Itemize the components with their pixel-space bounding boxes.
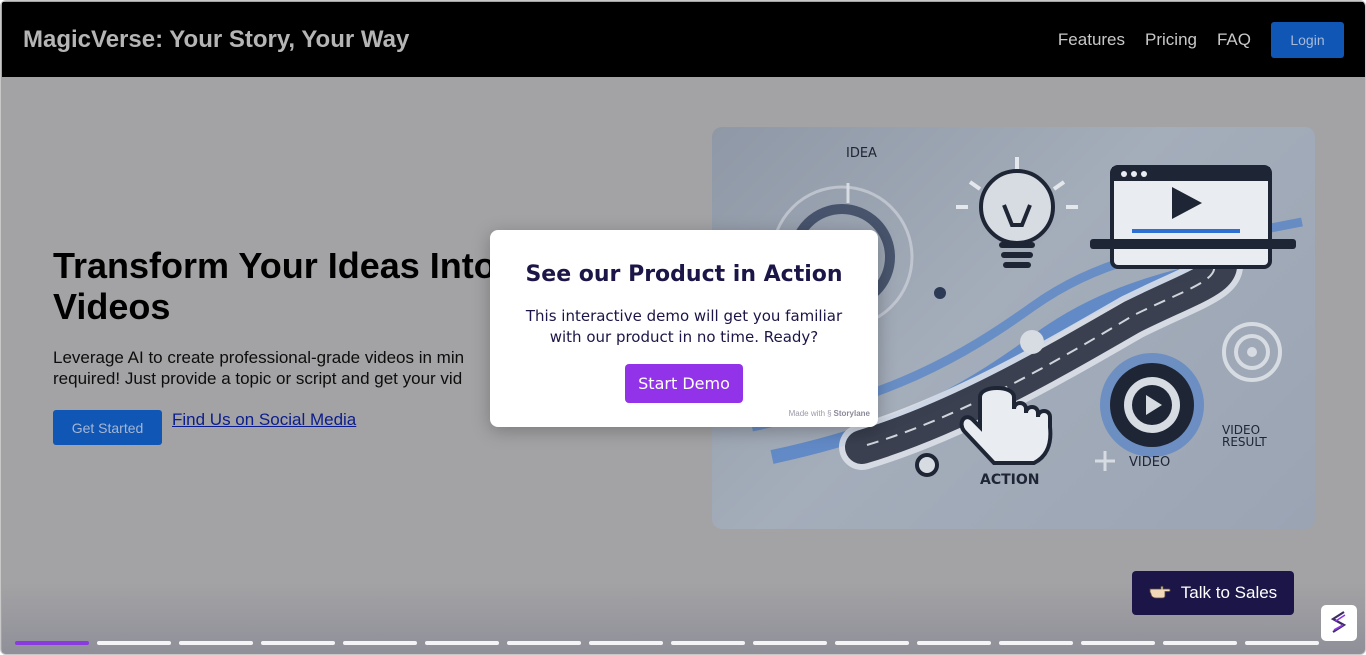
lightbulb-icon: [956, 157, 1078, 268]
nav-features[interactable]: Features: [1058, 30, 1125, 50]
get-started-button[interactable]: Get Started: [53, 410, 162, 445]
site-header: MagicVerse: Your Story, Your Way Feature…: [2, 2, 1365, 77]
illustration-label-result-2: RESULT: [1222, 435, 1267, 449]
modal-title: See our Product in Action: [525, 262, 843, 287]
progress-step[interactable]: [15, 641, 89, 645]
start-demo-button[interactable]: Start Demo: [625, 364, 743, 403]
progress-step[interactable]: [1163, 641, 1237, 645]
social-media-link[interactable]: Find Us on Social Media: [172, 410, 356, 430]
progress-step[interactable]: [671, 641, 745, 645]
illustration-label-video: VIDEO: [1129, 455, 1170, 470]
login-button[interactable]: Login: [1271, 22, 1344, 58]
progress-step[interactable]: [1245, 641, 1319, 645]
made-with-label: Made with: [788, 409, 826, 418]
video-player-icon: [1090, 165, 1296, 269]
progress-step[interactable]: [261, 641, 335, 645]
storylane-mini-icon: §: [827, 409, 832, 418]
hero-description-line2: required! Just provide a topic or script…: [53, 369, 463, 388]
brand-title[interactable]: MagicVerse: Your Story, Your Way: [23, 26, 409, 54]
storylane-icon: [1330, 611, 1347, 633]
modal-description: This interactive demo will get you famil…: [525, 307, 843, 346]
product-demo-modal: See our Product in Action This interacti…: [490, 230, 878, 427]
progress-step[interactable]: [589, 641, 663, 645]
talk-to-sales-button[interactable]: Talk to Sales: [1132, 571, 1294, 615]
progress-step[interactable]: [97, 641, 171, 645]
hero-description: Leverage AI to create professional-grade…: [53, 347, 503, 389]
progress-step[interactable]: [425, 641, 499, 645]
main-nav: Features Pricing FAQ Login: [1058, 22, 1344, 58]
pointing-hand-icon: [1149, 583, 1171, 604]
progress-step[interactable]: [835, 641, 909, 645]
made-with-storylane[interactable]: Made with § Storylane: [789, 409, 870, 418]
progress-step[interactable]: [1081, 641, 1155, 645]
nav-pricing[interactable]: Pricing: [1145, 30, 1197, 50]
browser-frame: MagicVerse: Your Story, Your Way Feature…: [0, 0, 1366, 655]
made-with-brand: Storylane: [833, 409, 870, 418]
target-icon: [1222, 322, 1282, 382]
play-disc-icon: [1100, 353, 1204, 457]
storylane-logo-button[interactable]: [1321, 605, 1357, 641]
progress-step[interactable]: [917, 641, 991, 645]
hero-description-line1: Leverage AI to create professional-grade…: [53, 348, 465, 367]
hero-title: Transform Your Ideas Into Videos: [53, 245, 496, 327]
illustration-label-idea: IDEA: [846, 146, 877, 161]
demo-progress: [15, 641, 1319, 645]
progress-step[interactable]: [507, 641, 581, 645]
illustration-label-action: ACTION: [980, 472, 1040, 488]
talk-to-sales-label: Talk to Sales: [1180, 583, 1278, 602]
progress-step[interactable]: [753, 641, 827, 645]
nav-faq[interactable]: FAQ: [1217, 30, 1251, 50]
progress-step[interactable]: [179, 641, 253, 645]
progress-step[interactable]: [343, 641, 417, 645]
progress-step[interactable]: [999, 641, 1073, 645]
